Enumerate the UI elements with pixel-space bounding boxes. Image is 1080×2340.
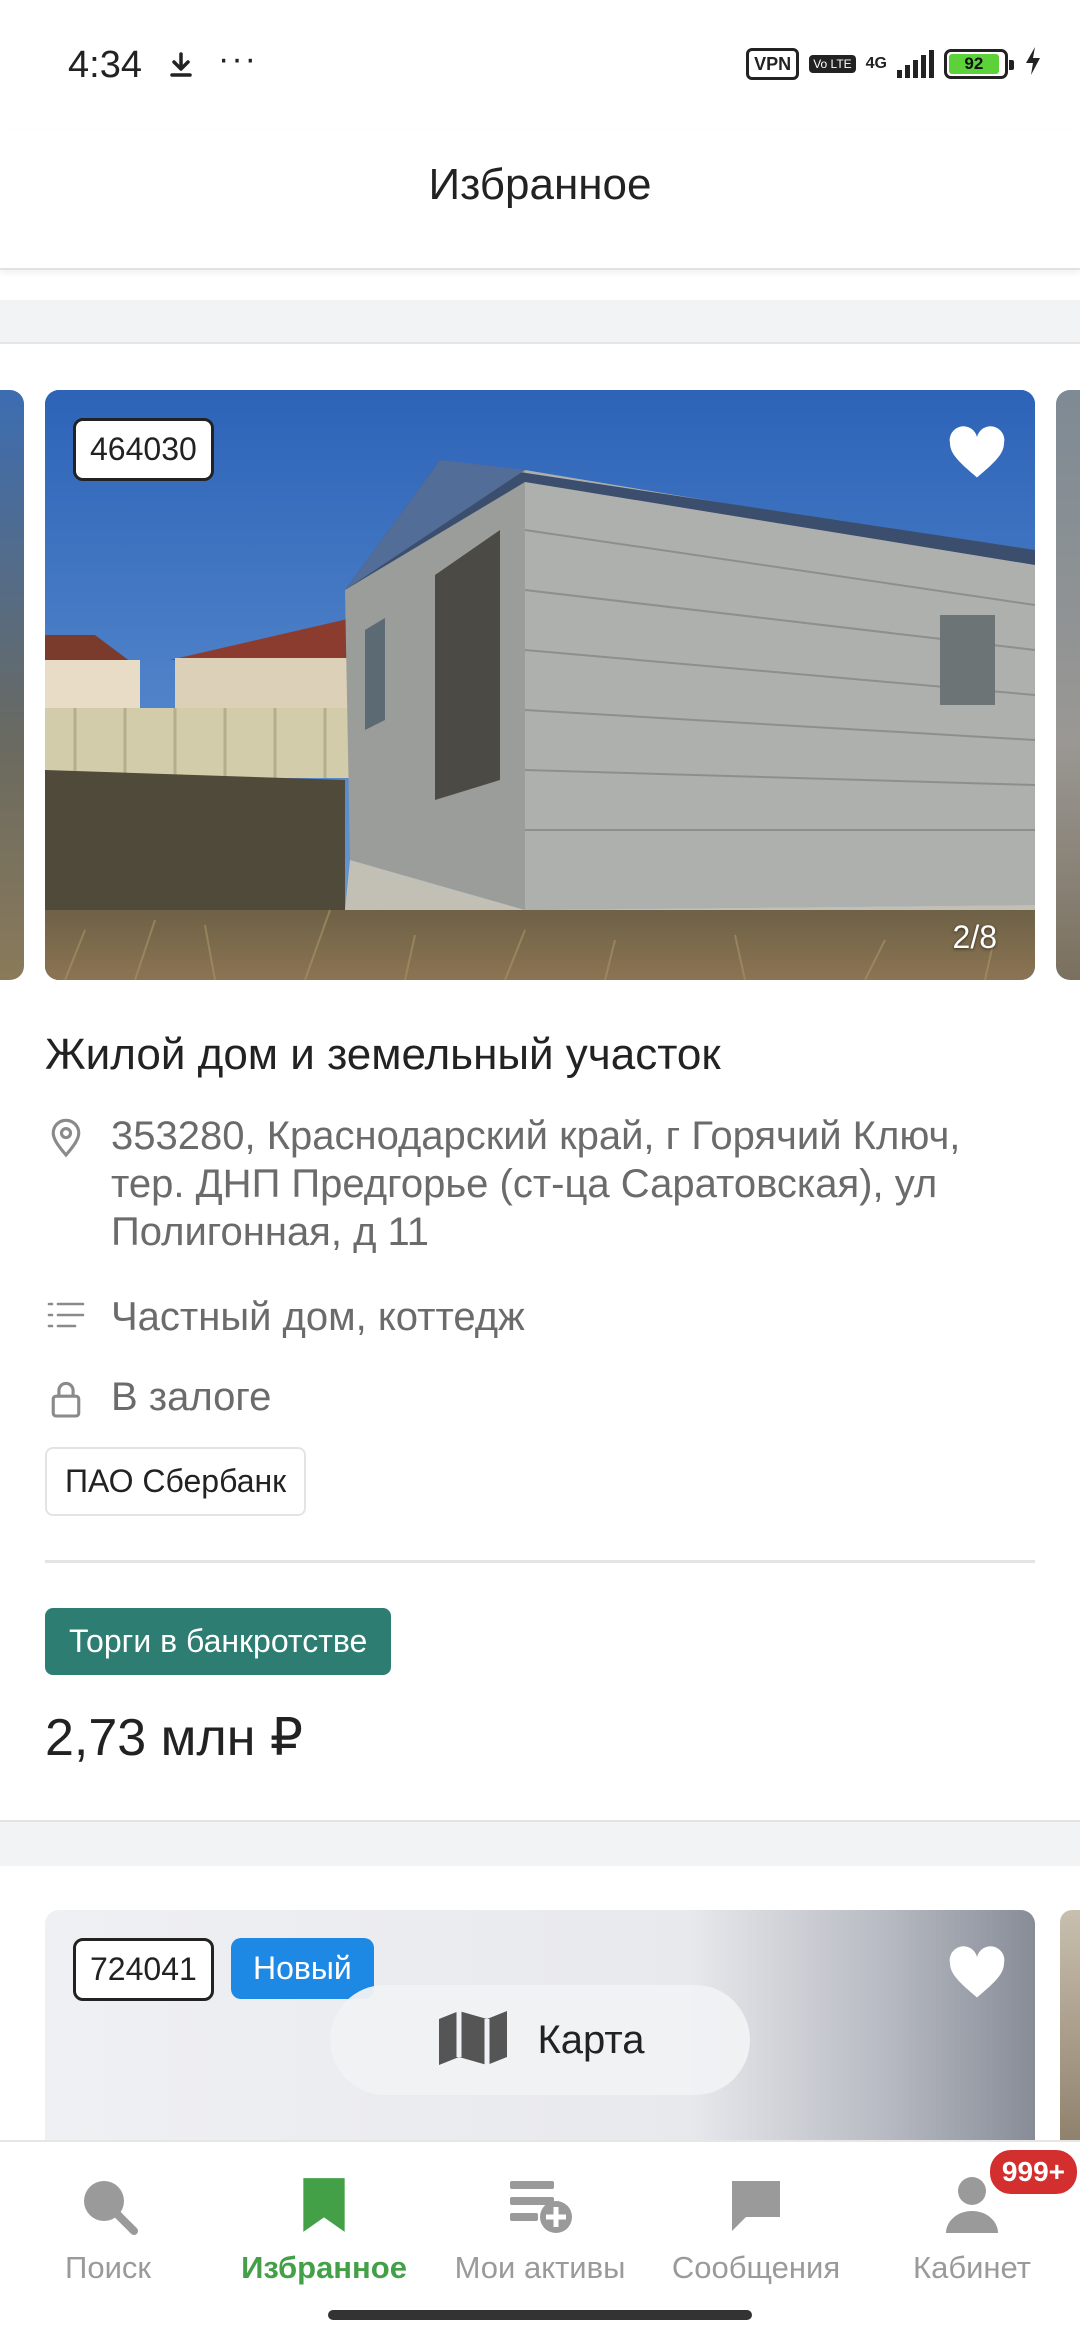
battery-icon: 92 — [944, 48, 1014, 79]
favorite-heart-icon-2[interactable] — [947, 1946, 1007, 2005]
nav-cabinet-label: Кабинет — [913, 2250, 1031, 2285]
card-divider — [45, 1560, 1035, 1563]
list-icon — [45, 1293, 87, 1331]
status-time: 4:34 — [68, 44, 142, 86]
new-badge: Новый — [231, 1938, 374, 1999]
map-button-label: Карта — [537, 2017, 645, 2062]
lot-photo-carousel[interactable]: 464030 2/8 — [45, 390, 1035, 980]
map-button[interactable]: Карта — [330, 1985, 750, 2095]
status-bar: 4:34 ··· VPN Vo LTE 4G 92 — [0, 0, 1080, 130]
network-type: 4G — [865, 54, 887, 72]
lot-category: Частный дом, коттедж — [111, 1295, 525, 1339]
nav-messages-label: Сообщения — [671, 2250, 841, 2285]
lock-icon — [45, 1373, 87, 1419]
category-row: Частный дом, коттедж — [45, 1293, 1041, 1341]
next-photo-peek-2[interactable] — [1060, 1910, 1080, 2150]
nav-messages[interactable]: Сообщения — [648, 2170, 864, 2286]
lot-id-badge: 464030 — [73, 418, 214, 481]
page-title: Избранное — [428, 160, 652, 209]
nav-favorites[interactable]: Избранное — [216, 2170, 432, 2286]
seller-bank-tag[interactable]: ПАО Сбербанк — [45, 1447, 307, 1516]
nav-search-label: Поиск — [65, 2250, 151, 2285]
auction-type-badge: Торги в банкротстве — [45, 1608, 392, 1675]
charging-icon — [1024, 46, 1042, 81]
lot-title[interactable]: Жилой дом и земельный участок — [45, 1030, 721, 1080]
lot-id-badge-2: 724041 — [73, 1938, 214, 2001]
lot-address: 353280, Краснодарский край, г Горячий Кл… — [111, 1114, 961, 1254]
vpn-indicator: VPN — [746, 47, 800, 80]
app-header: Избранное — [0, 130, 1080, 270]
prev-photo-peek[interactable] — [0, 390, 24, 980]
bookmark-icon — [216, 2170, 432, 2240]
chat-icon — [648, 2170, 864, 2240]
section-gap — [0, 300, 1080, 344]
volte-indicator: Vo LTE — [809, 54, 856, 73]
favorite-heart-icon[interactable] — [947, 426, 1007, 480]
nav-my-assets-label: Мои активы — [454, 2250, 626, 2285]
address-row: 353280, Краснодарский край, г Горячий Кл… — [45, 1112, 1041, 1256]
lot-encumbrance: В залоге — [111, 1375, 272, 1419]
location-pin-icon — [45, 1112, 87, 1158]
signal-icon — [897, 49, 934, 78]
more-notifications-icon: ··· — [218, 40, 258, 78]
status-icons: VPN Vo LTE 4G 92 — [746, 46, 1042, 81]
next-photo-peek[interactable] — [1056, 390, 1080, 980]
download-icon — [166, 50, 196, 85]
nav-my-assets[interactable]: Мои активы — [432, 2170, 648, 2286]
home-indicator[interactable] — [328, 2310, 752, 2320]
battery-level: 92 — [949, 53, 999, 74]
photo-counter: 2/8 — [952, 919, 997, 955]
notification-badge: 999+ — [986, 2147, 1080, 2197]
nav-search[interactable]: Поиск — [0, 2170, 216, 2286]
assets-add-icon — [432, 2170, 648, 2240]
map-icon — [435, 2007, 511, 2074]
lot-price: 2,73 млн ₽ — [45, 1709, 303, 1767]
encumbrance-row: В залоге — [45, 1373, 1041, 1421]
card-separator — [0, 1820, 1080, 1866]
search-icon — [0, 2170, 216, 2240]
nav-favorites-label: Избранное — [241, 2250, 407, 2285]
